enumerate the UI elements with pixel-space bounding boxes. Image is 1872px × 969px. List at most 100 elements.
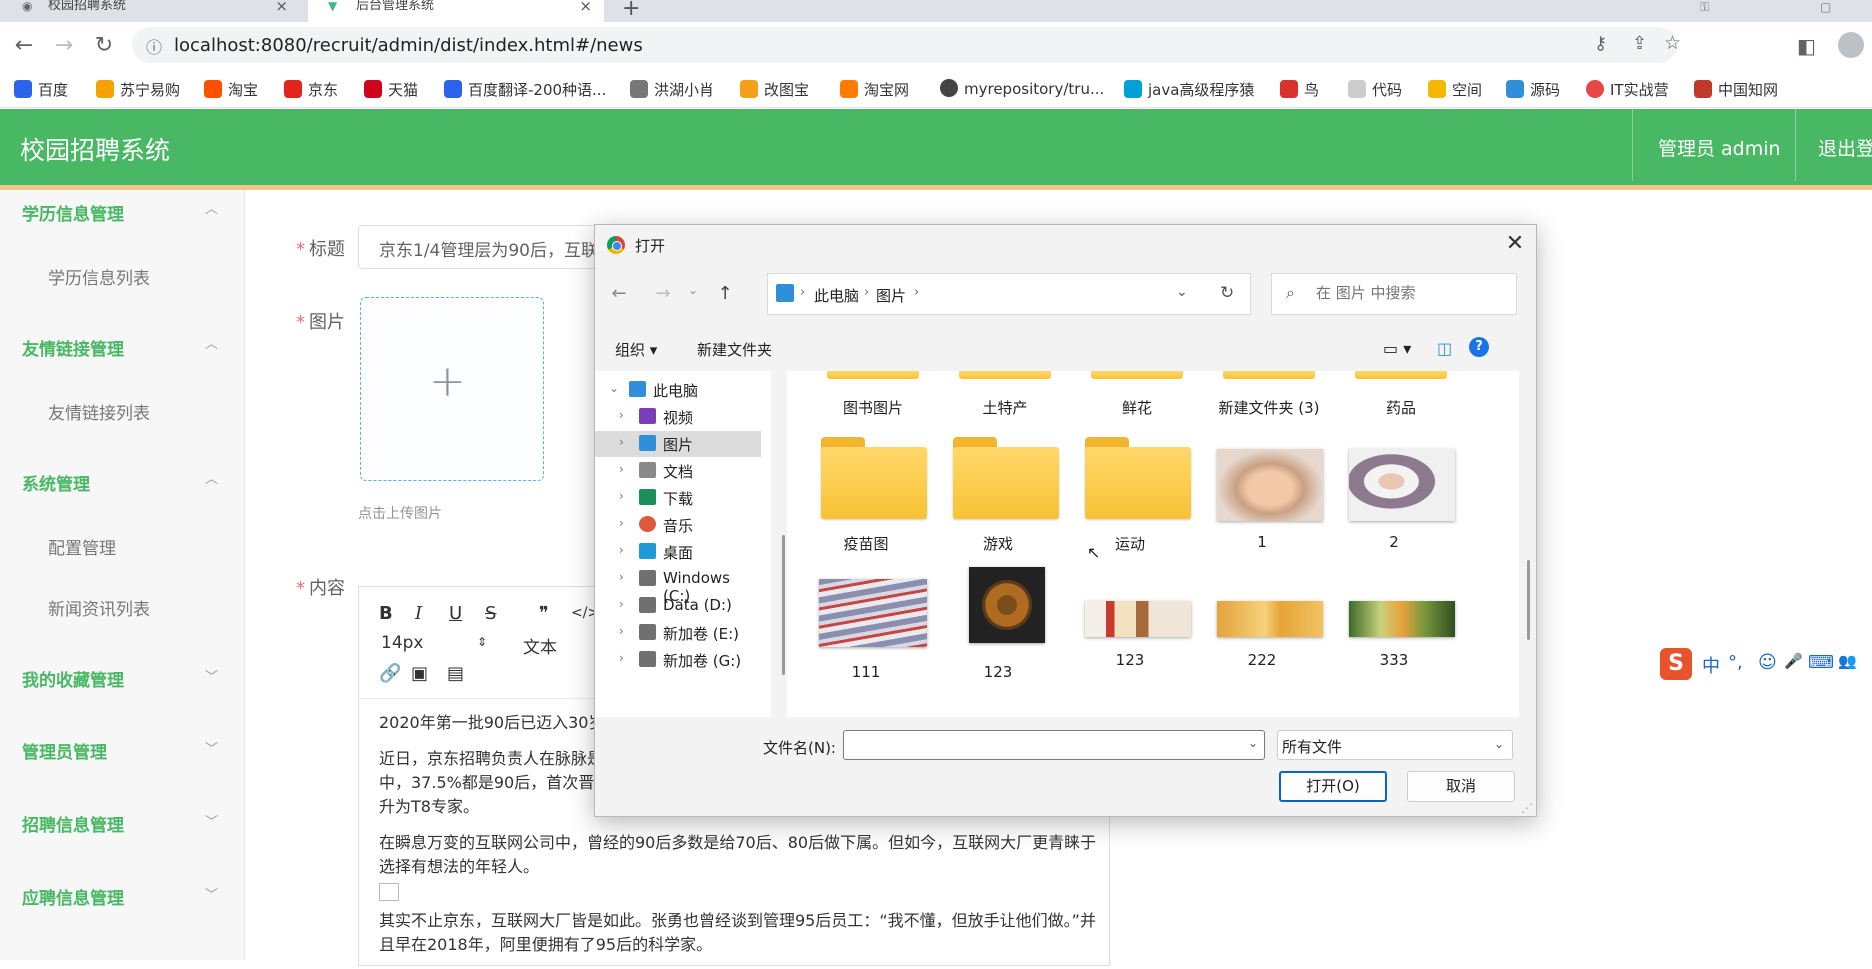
bookmark-item[interactable]: 百度 xyxy=(14,79,68,100)
file-grid-scrollbar[interactable] xyxy=(1527,560,1530,640)
file-item-label[interactable]: 鲜花 xyxy=(1078,397,1196,418)
video-icon[interactable]: ▤ xyxy=(447,663,464,684)
address-history-chevron-icon[interactable]: ⌄ xyxy=(1176,284,1188,300)
side-panel-icon[interactable]: ◧ xyxy=(1797,34,1816,58)
dialog-search-input[interactable] xyxy=(1316,284,1506,302)
bookmark-item[interactable]: 苏宁易购 xyxy=(96,79,180,100)
file-item-image[interactable]: 333 xyxy=(1335,601,1455,717)
file-item-folder[interactable]: 运动 xyxy=(1071,437,1191,555)
chevron-down-icon[interactable]: ﹀ xyxy=(205,884,218,903)
tree-item-drive-d[interactable]: › Data (D:) xyxy=(595,593,761,619)
tree-item-this-pc[interactable]: ⌄ 此电脑 xyxy=(595,377,761,403)
profile-avatar-icon[interactable] xyxy=(1838,32,1864,58)
browser-tab-active[interactable]: ▼ 后台管理系统 × xyxy=(308,0,604,22)
chevron-down-icon[interactable]: ⌄ xyxy=(1248,736,1258,750)
help-icon[interactable]: ? xyxy=(1469,337,1489,357)
underline-icon[interactable]: U xyxy=(449,603,462,624)
sidebar-item-education-list[interactable]: 学历信息列表 xyxy=(48,264,150,289)
bookmark-item[interactable]: 代码 xyxy=(1348,79,1402,100)
bookmark-item[interactable]: 淘宝网 xyxy=(840,79,909,100)
image-icon[interactable]: ▣ xyxy=(411,663,428,684)
sidebar-group-favorites[interactable]: 我的收藏管理 xyxy=(22,666,124,691)
chevron-up-icon[interactable]: ︿ xyxy=(205,333,218,352)
cancel-button[interactable]: 取消 xyxy=(1407,771,1515,802)
tree-item-documents[interactable]: › 文档 xyxy=(595,458,761,484)
file-item-label[interactable]: 土特产 xyxy=(946,397,1064,418)
file-item-image[interactable]: 1 xyxy=(1203,437,1323,555)
file-item-label[interactable]: 新建文件夹 (3) xyxy=(1210,397,1328,418)
italic-icon[interactable]: I xyxy=(415,603,422,624)
share-icon[interactable]: ⇪ xyxy=(1632,33,1647,54)
bookmark-item[interactable]: 空间 xyxy=(1428,79,1482,100)
file-item-image[interactable]: 123 xyxy=(1071,601,1191,717)
ime-chinese-mode[interactable]: 中 xyxy=(1702,652,1720,678)
refresh-icon[interactable]: ↻ xyxy=(1220,283,1234,303)
new-folder-button[interactable]: 新建文件夹 xyxy=(697,339,772,360)
close-tab-icon[interactable]: × xyxy=(579,0,592,14)
ime-user-icon[interactable]: 👥 xyxy=(1838,652,1857,670)
bookmark-item[interactable]: 天猫 xyxy=(364,79,418,100)
bookmark-item[interactable]: 源码 xyxy=(1506,79,1560,100)
address-bar[interactable]: ⓘ localhost:8080/recruit/admin/dist/inde… xyxy=(132,27,1681,63)
site-info-icon[interactable]: ⓘ xyxy=(146,34,162,58)
chevron-up-icon[interactable]: ︿ xyxy=(205,468,218,487)
sidebar-group-education[interactable]: 学历信息管理 xyxy=(22,200,124,225)
tree-item-videos[interactable]: › 视频 xyxy=(595,404,761,430)
sidebar-item-links-list[interactable]: 友情链接列表 xyxy=(48,399,150,424)
file-item-image[interactable]: 123 xyxy=(939,567,1057,685)
window-restore-icon[interactable]: ▢ xyxy=(1820,0,1831,14)
tree-item-music[interactable]: › 音乐 xyxy=(595,512,761,538)
organize-menu[interactable]: 组织 ▾ xyxy=(615,339,657,360)
close-icon[interactable]: ✕ xyxy=(1501,231,1529,256)
sogou-logo-icon[interactable]: S xyxy=(1660,648,1692,680)
chevron-up-icon[interactable]: ︿ xyxy=(205,198,218,217)
back-icon[interactable]: ← xyxy=(10,34,38,58)
font-size-select[interactable]: 14px xyxy=(381,633,423,653)
file-item-folder[interactable]: 游戏 xyxy=(939,437,1059,555)
file-item-image[interactable]: 2 xyxy=(1335,437,1455,555)
bookmark-item[interactable]: 淘宝 xyxy=(204,79,258,100)
open-button[interactable]: 打开(O) xyxy=(1279,771,1387,802)
file-item-image[interactable]: 111 xyxy=(807,579,927,697)
link-icon[interactable]: 🔗 xyxy=(379,663,401,684)
close-tab-icon[interactable]: × xyxy=(275,0,288,14)
new-tab-button[interactable]: + xyxy=(622,0,640,21)
bookmark-item[interactable]: 京东 xyxy=(284,79,338,100)
breadcrumb-pictures[interactable]: 图片 xyxy=(876,285,906,306)
breadcrumb-this-pc[interactable]: 此电脑 xyxy=(814,285,859,306)
tree-item-drive-g[interactable]: › 新加卷 (G:) xyxy=(595,647,761,673)
file-item-image[interactable]: 222 xyxy=(1203,601,1323,717)
bookmark-item[interactable]: 中国知网 xyxy=(1694,79,1778,100)
sidebar-group-system[interactable]: 系统管理 xyxy=(22,470,90,495)
up-folder-icon[interactable]: ↑ xyxy=(713,283,737,304)
sidebar-group-links[interactable]: 友情链接管理 xyxy=(22,335,124,360)
sidebar-item-news-list[interactable]: 新闻资讯列表 xyxy=(48,595,150,620)
file-item-label[interactable]: 图书图片 xyxy=(814,397,932,418)
bookmark-item[interactable]: java高级程序猿 xyxy=(1124,79,1254,100)
tree-item-drive-c[interactable]: › Windows (C:) xyxy=(595,566,761,605)
dialog-search-box[interactable]: ⌕ xyxy=(1271,273,1517,315)
sidebar-group-jobs[interactable]: 招聘信息管理 xyxy=(22,811,124,836)
forward-icon[interactable]: → xyxy=(651,283,675,304)
password-key-icon[interactable]: ⚷ xyxy=(1594,33,1607,54)
preview-pane-icon[interactable]: ◫ xyxy=(1437,339,1452,358)
bookmark-item[interactable]: 鸟 xyxy=(1280,79,1319,100)
bookmark-item[interactable]: 洪湖小肖 xyxy=(630,79,714,100)
strikethrough-icon[interactable]: S xyxy=(485,603,496,624)
chevron-down-icon[interactable]: ﹀ xyxy=(205,738,218,757)
tree-item-desktop[interactable]: › 桌面 xyxy=(595,539,761,565)
resize-grip-icon[interactable]: ⋰ xyxy=(1521,801,1533,815)
back-icon[interactable]: ← xyxy=(607,283,631,304)
bookmark-item[interactable]: IT实战营 xyxy=(1586,79,1669,100)
bookmark-star-icon[interactable]: ☆ xyxy=(1664,32,1681,54)
dialog-address-bar[interactable]: › 此电脑 › 图片 › ⌄ ↻ xyxy=(767,273,1251,315)
file-item-label[interactable]: 药品 xyxy=(1342,397,1460,418)
chevron-down-icon[interactable]: ﹀ xyxy=(205,811,218,830)
ime-voice-icon[interactable]: 🎤 xyxy=(1784,652,1803,670)
forward-icon[interactable]: → xyxy=(50,34,78,58)
browser-tab[interactable]: ◉ 校园招聘系统 × xyxy=(0,0,300,22)
recent-locations-icon[interactable]: ⌄ xyxy=(681,283,705,297)
nav-scrollbar[interactable] xyxy=(782,535,785,675)
reload-icon[interactable]: ↻ xyxy=(90,34,118,58)
view-mode-icon[interactable]: ▭ ▾ xyxy=(1383,339,1411,358)
